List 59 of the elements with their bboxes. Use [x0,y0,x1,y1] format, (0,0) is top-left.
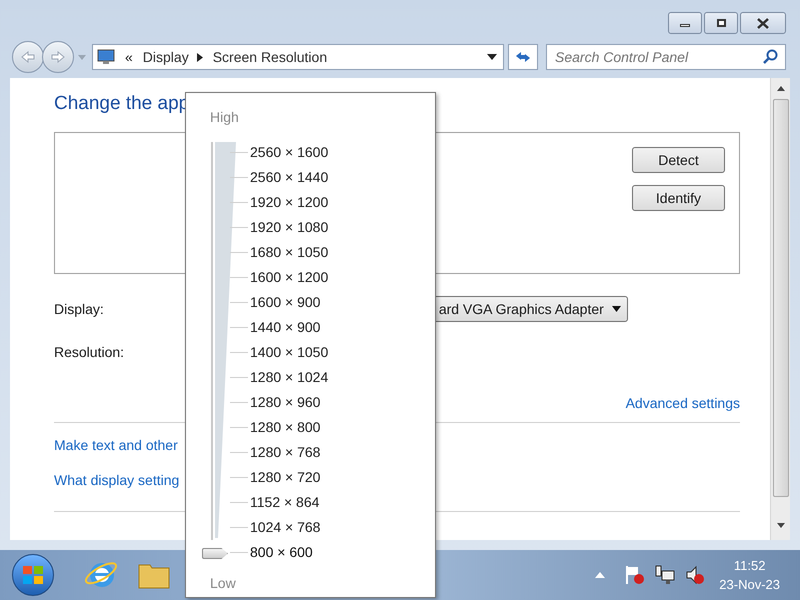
display-label: Display: [54,300,104,319]
breadcrumb-item[interactable]: Display [142,46,189,68]
network-error-icon[interactable] [655,565,676,585]
resolution-option[interactable]: 800 × 600 [250,542,313,563]
minimize-icon [680,24,690,27]
dropdown-caret-icon [612,306,621,312]
scroll-up-icon [776,86,784,91]
forward-button[interactable] [42,41,74,73]
left-arrow-icon [21,51,35,63]
scroll-down-icon [776,523,784,528]
dropdown-caret-icon[interactable] [487,54,497,60]
speaker-muted-icon[interactable] [685,565,706,585]
breadcrumb-overflow[interactable]: « [125,46,133,68]
resolution-option[interactable]: 1440 × 900 [250,317,320,338]
high-label: High [210,108,240,127]
search-icon [763,49,778,64]
scrollbar[interactable] [770,78,790,540]
address-bar[interactable]: « Display Screen Resolution [92,44,504,70]
advanced-settings-link[interactable]: Advanced settings [626,393,740,414]
start-button[interactable] [12,554,54,596]
low-label: Low [210,574,237,593]
refresh-button[interactable] [508,44,538,70]
resolution-option[interactable]: 1920 × 1080 [250,217,328,238]
right-arrow-icon [51,51,65,63]
resolution-option[interactable]: 1400 × 1050 [250,342,328,363]
refresh-icon [514,50,532,64]
resolution-option[interactable]: 1280 × 720 [250,467,320,488]
resolution-option[interactable]: 1280 × 800 [250,417,320,438]
resolution-option[interactable]: 1024 × 768 [250,517,320,538]
restore-icon [716,19,726,27]
resolution-option[interactable]: 1280 × 768 [250,442,320,463]
flag-error-icon[interactable] [625,565,646,585]
resolution-option[interactable]: 1600 × 900 [250,292,320,313]
resolution-option[interactable]: 1280 × 960 [250,392,320,413]
minimize-button[interactable] [668,12,702,34]
maximize-button[interactable] [704,12,738,34]
resolution-option[interactable]: 2560 × 1600 [250,142,328,163]
resolution-option[interactable]: 1280 × 1024 [250,367,328,388]
resolution-label: Resolution: [54,343,124,362]
settings-link[interactable]: What display setting [54,470,180,491]
close-icon [757,18,769,28]
back-button[interactable] [12,41,44,73]
resolution-option[interactable]: 1920 × 1200 [250,192,328,213]
search-field[interactable]: Search Control Panel [546,44,786,70]
scrollbar-thumb[interactable] [772,99,788,497]
monitor-icon [97,49,115,65]
breadcrumb-arrow-icon[interactable] [196,52,203,62]
close-button[interactable] [740,12,786,34]
resolution-option[interactable]: 1600 × 1200 [250,267,328,288]
detect-button[interactable]: Detect [632,147,725,173]
resolution-option[interactable]: 1152 × 864 [250,492,320,513]
show-hidden-icons-icon[interactable] [595,572,606,578]
settings-link[interactable]: Make text and other [54,435,178,456]
resolution-option[interactable]: 2560 × 1440 [250,167,328,188]
resolution-option[interactable]: 1680 × 1050 [250,242,328,263]
windows-logo-icon [23,566,43,584]
slider-thumb[interactable] [202,548,228,559]
identify-button[interactable]: Identify [632,185,725,211]
breadcrumb-item[interactable]: Screen Resolution [212,46,328,68]
